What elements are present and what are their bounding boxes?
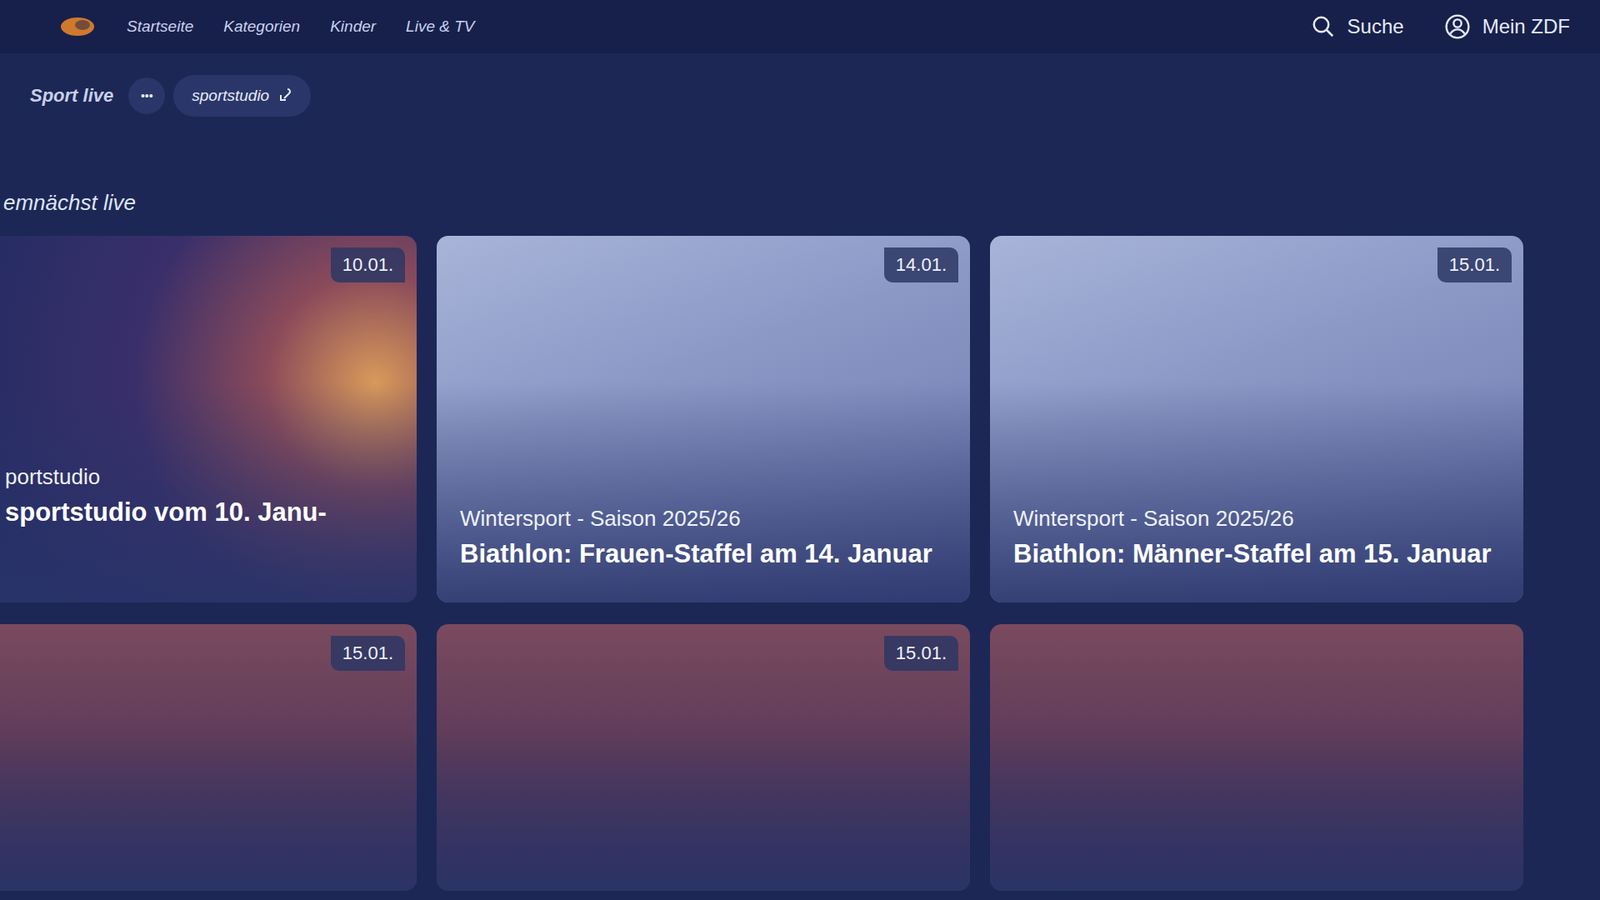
- user-icon: [1444, 13, 1471, 40]
- nav-item[interactable]: Kinder: [330, 17, 376, 36]
- zdf-logo-icon[interactable]: [58, 14, 97, 40]
- teaser-rows: 10.01. portstudio sportstudio vom 10. Janu…: [0, 235, 1600, 891]
- page: Startseite Kategorien Kinder Live & TV Suche…: [0, 0, 1600, 900]
- date-badge: 15.01.: [330, 635, 405, 671]
- sub-nav: Sport live •••sportstudio: [0, 53, 1600, 117]
- teaser-row: 15.01. 15.01.: [0, 624, 1600, 891]
- nav-item[interactable]: Kategorien: [223, 17, 300, 36]
- teaser-kicker: portstudio: [5, 464, 402, 490]
- date-badge: 14.01.: [884, 247, 959, 283]
- teaser-title: sportstudio vom 10. Janu-: [5, 496, 402, 528]
- top-bar: Startseite Kategorien Kinder Live & TV Suche…: [0, 0, 1600, 54]
- teaser-kicker: Wintersport - Saison 2025/26: [1013, 505, 1500, 532]
- teaser-title: Biathlon: Frauen-Staffel am 14. Januar: [460, 538, 947, 570]
- nav-item[interactable]: Startseite: [126, 17, 194, 36]
- teaser-card[interactable]: [990, 624, 1524, 891]
- date-badge: 15.01.: [884, 635, 959, 671]
- main-nav: Startseite Kategorien Kinder Live & TV: [58, 14, 475, 40]
- sub-nav-title: Sport live: [30, 85, 114, 107]
- teaser-text: Wintersport - Saison 2025/26 Biathlon: Fr…: [436, 505, 970, 603]
- teaser-row: 10.01. portstudio sportstudio vom 10. Janu…: [0, 235, 1600, 603]
- teaser-card[interactable]: 15.01.: [0, 624, 417, 891]
- link-arrow-icon: [277, 87, 293, 105]
- more-button[interactable]: •••: [128, 77, 165, 115]
- teaser-kicker: Wintersport - Saison 2025/26: [460, 505, 947, 532]
- section-title: emnächst live: [0, 190, 1600, 216]
- date-badge: 10.01.: [330, 247, 405, 283]
- teaser-card[interactable]: 15.01.: [436, 624, 970, 891]
- teaser-card[interactable]: 14.01. Wintersport - Saison 2025/26 Biathl…: [436, 235, 970, 603]
- header-actions: Suche Mein ZDF: [1310, 13, 1570, 40]
- teaser-text: portstudio sportstudio vom 10. Janu-: [0, 464, 417, 603]
- search-button[interactable]: Suche: [1310, 14, 1405, 40]
- teaser-title: Biathlon: Männer-Staffel am 15. Januar: [1013, 538, 1500, 570]
- search-icon: [1310, 14, 1336, 40]
- account-button[interactable]: Mein ZDF: [1444, 13, 1570, 40]
- date-badge: 15.01.: [1437, 247, 1512, 283]
- sportstudio-chip[interactable]: sportstudio: [173, 75, 311, 117]
- teaser-text: Wintersport - Saison 2025/26 Biathlon: Mä…: [990, 505, 1524, 603]
- teaser-card[interactable]: 10.01. portstudio sportstudio vom 10. Janu…: [0, 235, 417, 603]
- nav-item[interactable]: Live & TV: [405, 17, 475, 36]
- teaser-card[interactable]: 15.01. Wintersport - Saison 2025/26 Biathl…: [990, 235, 1524, 603]
